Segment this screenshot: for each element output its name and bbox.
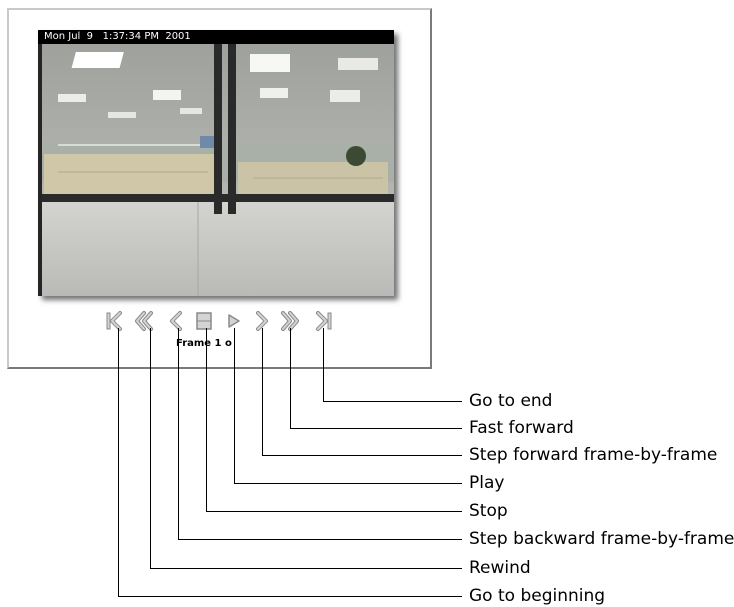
playback-controls xyxy=(104,310,344,332)
callout-go-to-end: Go to end xyxy=(469,391,553,411)
callout-play: Play xyxy=(469,473,505,493)
stop-icon xyxy=(196,312,212,330)
stop-button[interactable] xyxy=(194,310,214,332)
double-chevron-left-icon xyxy=(135,311,153,331)
step-forward-button[interactable] xyxy=(252,310,272,332)
skip-to-end-icon xyxy=(316,311,332,331)
callout-rewind: Rewind xyxy=(469,558,531,578)
video-timestamp: Mon Jul 9 1:37:34 PM 2001 xyxy=(38,30,394,44)
callout-go-to-beginning: Go to beginning xyxy=(469,586,606,606)
go-to-beginning-button[interactable] xyxy=(104,310,124,332)
skip-to-start-icon xyxy=(106,311,122,331)
office-scene-image xyxy=(38,44,394,296)
play-button[interactable] xyxy=(224,310,244,332)
callout-step-backward: Step backward frame-by-frame xyxy=(469,529,734,549)
play-icon xyxy=(228,314,240,328)
fast-forward-button[interactable] xyxy=(280,310,300,332)
chevron-left-icon xyxy=(170,311,182,331)
callout-step-forward: Step forward frame-by-frame xyxy=(469,445,718,465)
double-chevron-right-icon xyxy=(281,311,299,331)
go-to-end-button[interactable] xyxy=(314,310,334,332)
frame-counter: Frame 1 of 59 xyxy=(176,338,232,349)
chevron-right-icon xyxy=(256,311,268,331)
video-frame: Mon Jul 9 1:37:34 PM 2001 xyxy=(38,30,394,296)
callout-fast-forward: Fast forward xyxy=(469,418,574,438)
rewind-button[interactable] xyxy=(134,310,154,332)
callout-stop: Stop xyxy=(469,501,508,521)
step-backward-button[interactable] xyxy=(166,310,186,332)
